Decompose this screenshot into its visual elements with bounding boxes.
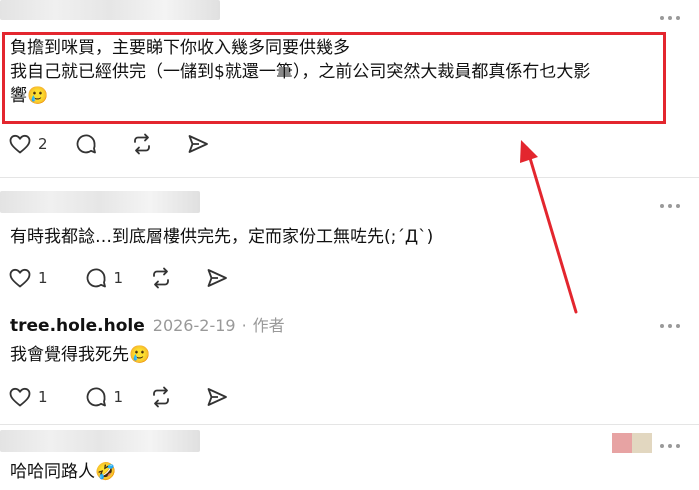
annotation-arrow xyxy=(520,140,578,314)
